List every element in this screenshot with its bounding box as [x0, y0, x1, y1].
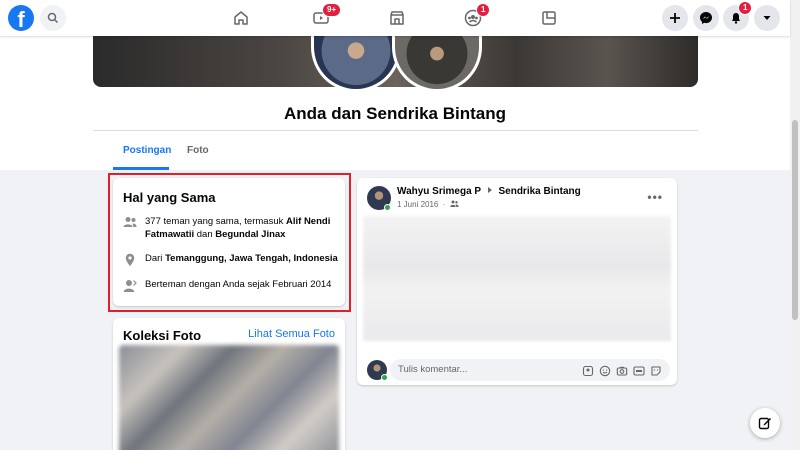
post-header: Wahyu Srimega P Sendrika Bintang [397, 186, 581, 197]
comment-placeholder: Tulis komentar... [398, 364, 468, 375]
emoji-icon[interactable] [599, 364, 611, 377]
notifications-badge: 1 [738, 1, 753, 15]
photos-title: Koleksi Foto [123, 328, 202, 343]
marketplace-icon [390, 11, 404, 25]
friends-audience-icon [449, 200, 459, 207]
divider [93, 130, 698, 131]
top-navbar: f 9+ 1 1 [0, 0, 790, 36]
facebook-logo[interactable]: f [8, 5, 34, 31]
post-author-name[interactable]: Wahyu Srimega P [397, 186, 481, 197]
camera-icon[interactable] [616, 364, 628, 376]
post-content [363, 216, 671, 341]
watch-badge: 9+ [322, 3, 342, 17]
post-date[interactable]: 1 Juni 2016 [397, 200, 438, 209]
search-icon [47, 12, 59, 24]
home-icon [234, 11, 248, 25]
tab-photos[interactable]: Foto [187, 145, 209, 156]
search-button[interactable] [40, 5, 66, 31]
account-menu-button[interactable] [754, 5, 780, 31]
see-all-photos-link[interactable]: Lihat Semua Foto [248, 328, 335, 340]
active-tab-indicator [113, 167, 169, 170]
sticker-icon[interactable] [650, 364, 662, 376]
page-title: Anda dan Sendrika Bintang [284, 104, 506, 123]
post-options-button[interactable]: ••• [647, 190, 663, 204]
online-status-dot [384, 204, 391, 211]
nav-groups[interactable]: 1 [461, 3, 491, 30]
post-card: Wahyu Srimega P Sendrika Bintang 1 Juni … [357, 178, 677, 385]
compose-icon [758, 417, 771, 430]
messenger-icon [700, 12, 712, 24]
highlight-box [108, 173, 351, 312]
comment-tools [582, 364, 662, 377]
gif-icon[interactable] [633, 364, 645, 376]
scrollbar-thumb[interactable] [792, 120, 798, 320]
comment-input[interactable]: Tulis komentar... [390, 359, 670, 381]
page-scrollbar[interactable] [790, 0, 800, 450]
nav-gaming[interactable] [537, 6, 561, 30]
tab-posts[interactable]: Postingan [123, 145, 171, 156]
groups-badge: 1 [476, 3, 491, 17]
new-message-button[interactable] [750, 408, 780, 438]
post-target-name[interactable]: Sendrika Bintang [498, 186, 580, 197]
nav-marketplace[interactable] [385, 6, 409, 30]
arrow-right-icon [487, 187, 492, 193]
messenger-button[interactable] [693, 5, 719, 31]
photo-grid[interactable] [119, 345, 339, 450]
nav-home[interactable] [229, 6, 253, 30]
photo-collection-card: Koleksi Foto Lihat Semua Foto [113, 318, 345, 450]
create-button[interactable] [662, 5, 688, 31]
avatar-sticker-icon[interactable] [582, 364, 594, 377]
post-meta: 1 Juni 2016 · [397, 200, 459, 209]
chevron-down-icon [763, 16, 771, 20]
notifications-button[interactable]: 1 [723, 1, 753, 31]
gaming-icon [542, 11, 556, 25]
plus-icon [670, 13, 680, 23]
nav-watch[interactable]: 9+ [309, 3, 342, 30]
commenter-online-dot [381, 374, 388, 381]
